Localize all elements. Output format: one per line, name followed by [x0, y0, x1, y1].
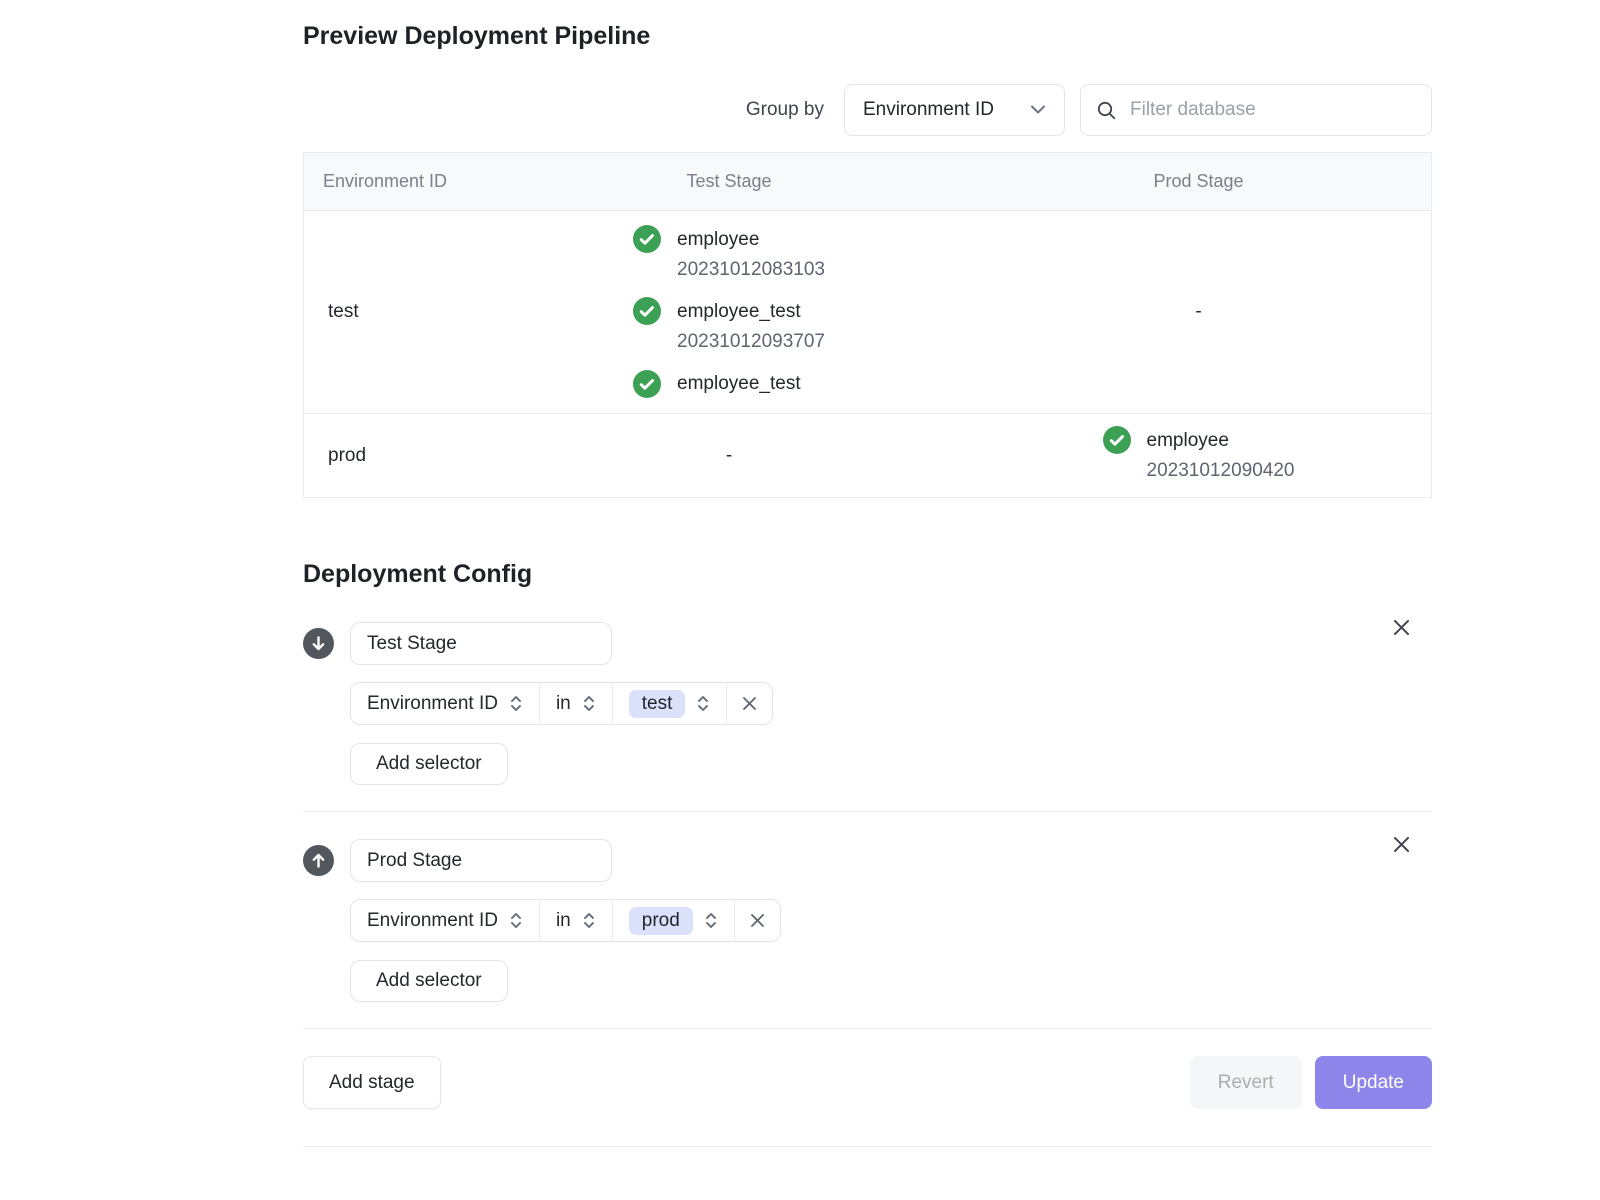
deployment-entry: employee 20231012083103: [633, 225, 825, 284]
label-selector: Environment ID in prod: [350, 899, 781, 942]
database-version: 20231012093707: [677, 327, 825, 356]
table-row: prod - employee 20231012090420: [304, 414, 1431, 497]
environment-name: prod: [304, 445, 492, 467]
chevron-up-down-icon: [582, 910, 596, 931]
group-by-value: Environment ID: [863, 99, 994, 121]
move-stage-up-button[interactable]: [303, 845, 334, 876]
selector-operator-dropdown[interactable]: in: [540, 683, 613, 724]
prod-stage-cell: -: [966, 301, 1431, 323]
group-by-select[interactable]: Environment ID: [844, 84, 1065, 136]
label-selector: Environment ID in test: [350, 682, 773, 725]
chevron-up-down-icon: [509, 910, 523, 931]
selector-value-dropdown[interactable]: test: [613, 683, 728, 724]
close-icon: [740, 694, 759, 713]
chevron-up-down-icon: [696, 693, 710, 714]
main-content: Preview Deployment Pipeline Group by Env…: [303, 0, 1432, 1147]
column-header-test-stage: Test Stage: [492, 171, 966, 192]
add-selector-button[interactable]: Add selector: [350, 960, 508, 1002]
chevron-up-down-icon: [509, 693, 523, 714]
environment-name: test: [304, 301, 492, 323]
success-check-icon: [1103, 426, 1131, 454]
column-header-environment: Environment ID: [304, 171, 492, 192]
empty-cell-dash: -: [1195, 301, 1201, 323]
prod-stage-cell: employee 20231012090420: [966, 426, 1431, 485]
selector-operator-dropdown[interactable]: in: [540, 900, 613, 941]
chevron-up-down-icon: [704, 910, 718, 931]
chevron-up-down-icon: [582, 693, 596, 714]
selector-value-dropdown[interactable]: prod: [613, 900, 735, 941]
selector-operator-value: in: [556, 910, 571, 932]
remove-selector-button[interactable]: [735, 900, 780, 941]
stage-divider: [303, 1028, 1432, 1029]
filter-database-field: [1080, 84, 1432, 136]
close-icon: [1391, 617, 1412, 638]
database-version: 20231012083103: [677, 255, 825, 284]
database-name: employee: [677, 225, 825, 254]
add-selector-button[interactable]: Add selector: [350, 743, 508, 785]
deployment-config-title: Deployment Config: [303, 560, 1432, 589]
deployment-entry: employee_test 20231012093707: [633, 297, 825, 356]
empty-cell-dash: -: [726, 445, 732, 467]
revert-button[interactable]: Revert: [1190, 1056, 1302, 1109]
group-by-label: Group by: [746, 99, 824, 121]
stage-name-input[interactable]: [350, 839, 612, 882]
test-stage-cell: employee 20231012083103 employee_test 20…: [492, 225, 966, 398]
filter-database-input[interactable]: [1128, 98, 1416, 122]
database-name: employee_test: [677, 369, 801, 398]
remove-stage-button[interactable]: [1387, 613, 1416, 642]
page-title: Preview Deployment Pipeline: [303, 0, 1432, 51]
close-icon: [1391, 834, 1412, 855]
deployment-entry: employee_test: [633, 369, 825, 398]
selector-key-dropdown[interactable]: Environment ID: [351, 900, 540, 941]
selector-key-dropdown[interactable]: Environment ID: [351, 683, 540, 724]
database-name: employee_test: [677, 297, 825, 326]
bottom-divider: [303, 1146, 1432, 1147]
search-icon: [1096, 100, 1117, 121]
arrow-up-icon: [310, 852, 327, 869]
pipeline-table: Environment ID Test Stage Prod Stage tes…: [303, 152, 1432, 498]
database-name: employee: [1147, 426, 1295, 455]
table-controls: Group by Environment ID: [303, 84, 1432, 136]
success-check-icon: [633, 297, 661, 325]
stage-config-test: Environment ID in test: [303, 622, 1432, 785]
add-stage-button[interactable]: Add stage: [303, 1056, 441, 1109]
selector-key-value: Environment ID: [367, 910, 498, 932]
stage-divider: [303, 811, 1432, 812]
chevron-down-icon: [1030, 105, 1046, 115]
table-row: test employee 20231012083103: [304, 211, 1431, 414]
update-button[interactable]: Update: [1315, 1056, 1432, 1109]
close-icon: [748, 911, 767, 930]
test-stage-cell: -: [492, 445, 966, 467]
selector-value-pill: test: [629, 690, 686, 718]
selector-operator-value: in: [556, 693, 571, 715]
selector-key-value: Environment ID: [367, 693, 498, 715]
selector-value-pill: prod: [629, 907, 693, 935]
deployment-entry: employee 20231012090420: [1103, 426, 1295, 485]
move-stage-down-button[interactable]: [303, 628, 334, 659]
stage-name-input[interactable]: [350, 622, 612, 665]
config-actions: Add stage Revert Update: [303, 1056, 1432, 1109]
column-header-prod-stage: Prod Stage: [966, 171, 1431, 192]
success-check-icon: [633, 225, 661, 253]
table-header-row: Environment ID Test Stage Prod Stage: [304, 153, 1431, 211]
database-version: 20231012090420: [1147, 456, 1295, 485]
success-check-icon: [633, 370, 661, 398]
arrow-down-icon: [310, 635, 327, 652]
remove-stage-button[interactable]: [1387, 830, 1416, 859]
remove-selector-button[interactable]: [727, 683, 772, 724]
stage-config-prod: Environment ID in prod: [303, 839, 1432, 1002]
